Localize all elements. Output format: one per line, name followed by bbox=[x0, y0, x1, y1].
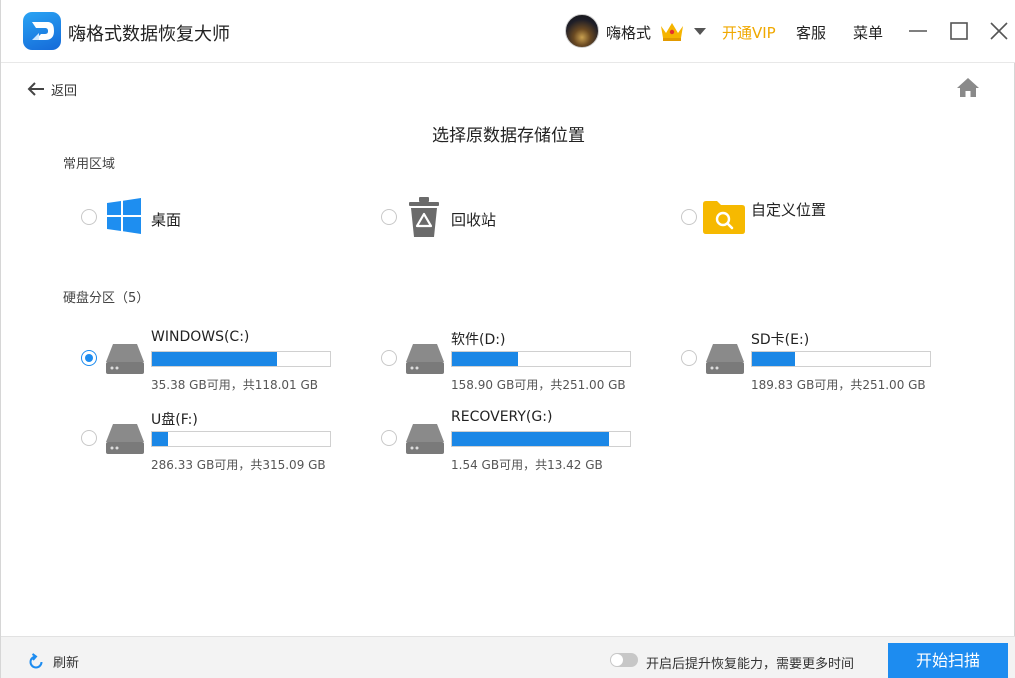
crown-icon bbox=[661, 23, 683, 41]
drive-c-usage-bar bbox=[151, 351, 331, 367]
drive-g-size: 1.54 GB可用，共13.42 GB bbox=[451, 458, 603, 472]
drive-c-radio[interactable] bbox=[81, 350, 97, 366]
drive-g-radio[interactable] bbox=[381, 430, 397, 446]
drive-f-radio[interactable] bbox=[81, 430, 97, 446]
common-area-label: 常用区域 bbox=[63, 157, 116, 172]
drive-e-name: SD卡(E:) bbox=[751, 332, 810, 348]
enhance-recovery-toggle[interactable] bbox=[610, 653, 638, 667]
drive-e-usage-bar bbox=[751, 351, 931, 367]
hard-drive-icon bbox=[406, 344, 444, 374]
drive-e-usage-fill bbox=[752, 352, 795, 366]
drive-c-name: WINDOWS(C:) bbox=[151, 329, 250, 345]
refresh-label: 刷新 bbox=[53, 656, 80, 671]
refresh-button[interactable]: 刷新 bbox=[27, 652, 79, 671]
disk-partitions-label: 硬盘分区（5） bbox=[63, 291, 150, 306]
drive-d-usage-fill bbox=[452, 352, 518, 366]
refresh-icon bbox=[29, 652, 43, 668]
user-name[interactable]: 嗨格式 bbox=[606, 22, 651, 43]
enhance-recovery-label: 开启后提升恢复能力，需要更多时间 bbox=[646, 657, 855, 672]
drive-c-size: 35.38 GB可用，共118.01 GB bbox=[151, 378, 319, 392]
menu-link[interactable]: 菜单 bbox=[853, 22, 883, 43]
drive-g-usage-bar bbox=[451, 431, 631, 447]
home-icon[interactable] bbox=[956, 76, 980, 98]
recycle-bin-label[interactable]: 回收站 bbox=[451, 209, 496, 230]
close-icon[interactable] bbox=[986, 18, 1012, 44]
hard-drive-icon bbox=[106, 424, 144, 454]
desktop-radio[interactable] bbox=[81, 209, 97, 225]
drive-f-usage-fill bbox=[152, 432, 169, 446]
open-vip-link[interactable]: 开通VIP bbox=[722, 22, 776, 43]
maximize-icon[interactable] bbox=[946, 18, 972, 44]
drive-f-name: U盘(F:) bbox=[151, 412, 198, 428]
drive-c-usage-fill bbox=[152, 352, 277, 366]
custom-folder-icon bbox=[703, 201, 745, 234]
app-logo-icon bbox=[23, 12, 61, 50]
customer-service-link[interactable]: 客服 bbox=[796, 22, 826, 43]
avatar[interactable] bbox=[565, 14, 599, 48]
drive-g-usage-fill bbox=[452, 432, 609, 446]
start-scan-button[interactable]: 开始扫描 bbox=[888, 643, 1008, 678]
desktop-label[interactable]: 桌面 bbox=[151, 209, 181, 230]
drive-d-name: 软件(D:) bbox=[451, 332, 506, 348]
app-window: 嗨格式数据恢复大师 嗨格式 开通VIP 客服 菜单 返回 选择原数据存储位置 常… bbox=[0, 0, 1015, 678]
back-label: 返回 bbox=[51, 83, 78, 99]
back-button[interactable]: 返回 bbox=[27, 78, 77, 100]
drive-f-usage-bar bbox=[151, 431, 331, 447]
app-title: 嗨格式数据恢复大师 bbox=[68, 24, 230, 45]
hard-drive-icon bbox=[406, 424, 444, 454]
recycle-bin-icon bbox=[409, 197, 439, 237]
hard-drive-icon bbox=[106, 344, 144, 374]
drive-g-name: RECOVERY(G:) bbox=[451, 409, 553, 425]
drive-e-radio[interactable] bbox=[681, 350, 697, 366]
arrow-left-icon bbox=[27, 82, 44, 96]
custom-location-radio[interactable] bbox=[681, 209, 697, 225]
recycle-bin-radio[interactable] bbox=[381, 209, 397, 225]
custom-location-label[interactable]: 自定义位置 bbox=[751, 199, 826, 220]
minimize-icon[interactable] bbox=[905, 18, 931, 44]
drive-d-size: 158.90 GB可用，共251.00 GB bbox=[451, 378, 626, 392]
windows-icon bbox=[107, 198, 141, 234]
hard-drive-icon bbox=[706, 344, 744, 374]
footer-bar: 刷新 开启后提升恢复能力，需要更多时间 开始扫描 bbox=[1, 636, 1015, 678]
drive-f-size: 286.33 GB可用，共315.09 GB bbox=[151, 458, 326, 472]
title-bar: 嗨格式数据恢复大师 嗨格式 开通VIP 客服 菜单 bbox=[1, 0, 1015, 63]
user-dropdown-icon[interactable] bbox=[694, 28, 706, 35]
drive-d-radio[interactable] bbox=[381, 350, 397, 366]
page-title: 选择原数据存储位置 bbox=[432, 126, 585, 146]
drive-d-usage-bar bbox=[451, 351, 631, 367]
drive-e-size: 189.83 GB可用，共251.00 GB bbox=[751, 378, 926, 392]
